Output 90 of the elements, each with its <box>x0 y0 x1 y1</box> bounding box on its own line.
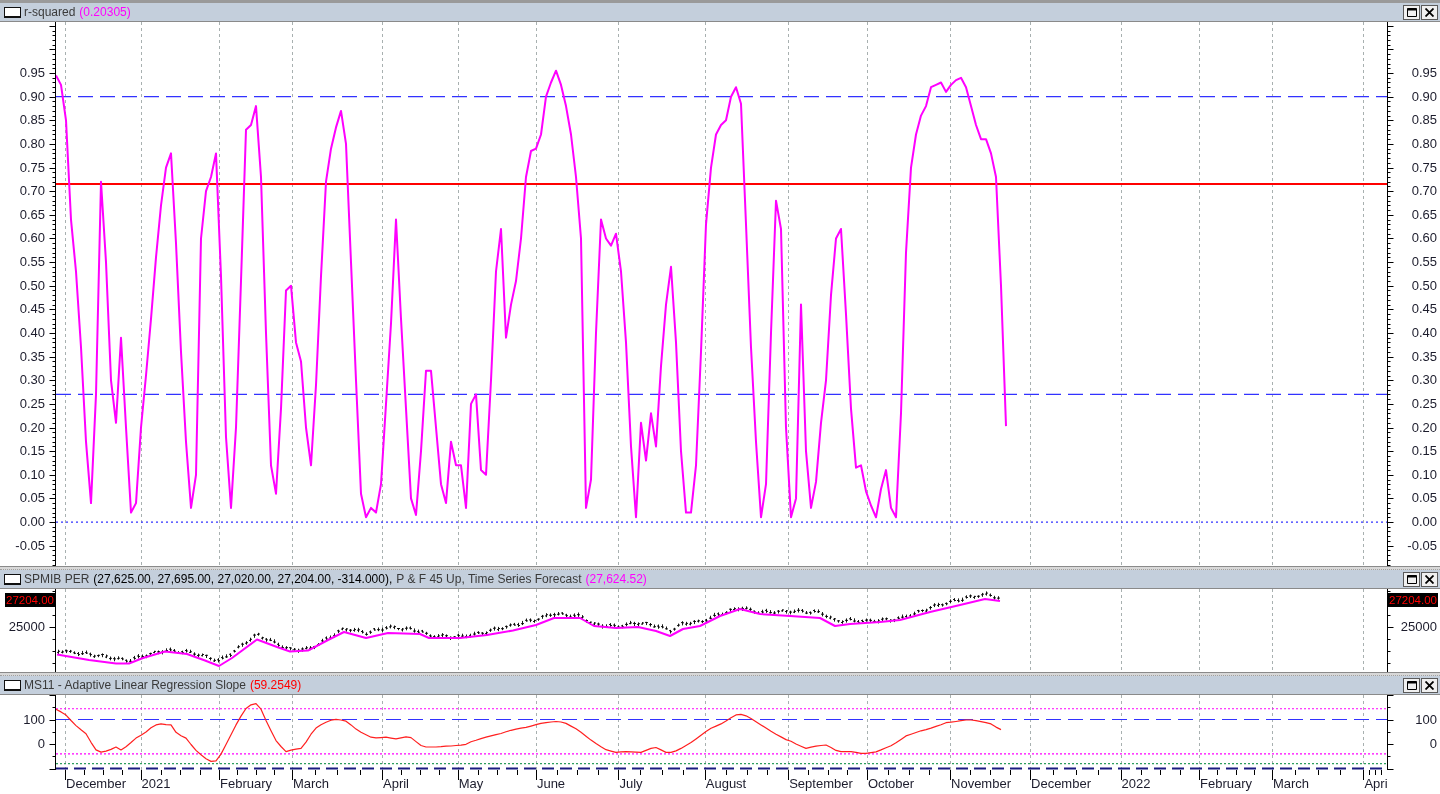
title-text: (59.2549) <box>249 677 302 693</box>
maximize-icon <box>1406 680 1417 690</box>
title-text: (0.20305) <box>79 4 131 20</box>
title-text: SPMIB PER <box>24 571 90 587</box>
price-badge: 27204.00 <box>1388 593 1438 607</box>
title-text: MS11 - Adaptive Linear Regression Slope <box>24 677 246 693</box>
maximize-button[interactable] <box>1403 571 1420 587</box>
maximize-button[interactable] <box>1403 677 1420 693</box>
maximize-icon <box>1406 7 1417 17</box>
axis-label: 0.55 <box>19 254 45 271</box>
title-text: (27,625.00, 27,695.00, 27,020.00, 27,204.00, -314.000), <box>93 571 393 587</box>
axis-label: 100 <box>23 711 45 728</box>
axis-label: 0.55 <box>1411 254 1437 271</box>
axis-label: 25000 <box>1400 619 1437 635</box>
axis-label: February <box>220 776 272 792</box>
axis-label: -0.05 <box>1407 537 1437 554</box>
maximize-icon <box>1406 574 1417 584</box>
axis-label: 0.85 <box>1411 112 1437 129</box>
close-icon <box>1425 574 1434 584</box>
window-icon <box>4 679 21 691</box>
axis-label: 0.90 <box>1411 88 1437 105</box>
axis-label: 0.90 <box>19 88 45 105</box>
axis-label: December <box>1031 776 1091 792</box>
axis-label: 0.50 <box>1411 277 1437 294</box>
axis-label: 0.70 <box>1411 183 1437 200</box>
axis-label: September <box>789 776 853 792</box>
axis-label: 2021 <box>141 776 171 792</box>
axis-label: 0.65 <box>19 206 45 223</box>
axis-label: -0.05 <box>15 537 45 554</box>
axis-label: 0.25 <box>19 395 45 412</box>
axis-label: August <box>705 776 747 792</box>
axis-label: 0.30 <box>1411 372 1437 389</box>
axis-label: July <box>619 776 643 792</box>
axis-label: 0.75 <box>1411 159 1437 176</box>
axis-label: 0.10 <box>1411 466 1437 483</box>
axis-label: 0.40 <box>1411 325 1437 341</box>
axis-label: 0 <box>1429 736 1437 752</box>
axis-label: 0.20 <box>19 419 45 436</box>
axis-label: 25000 <box>8 619 45 635</box>
axis-label: 0.95 <box>19 65 45 82</box>
axis-label: 0.70 <box>19 183 45 200</box>
axis-label: 0 <box>37 736 45 752</box>
axis-label: 0.15 <box>19 443 45 460</box>
axis-label: 0.75 <box>19 159 45 176</box>
axis-label: March <box>1272 776 1310 792</box>
window-icon <box>4 573 21 585</box>
axis-label: 0.45 <box>1411 301 1437 318</box>
axis-label: 0.30 <box>19 372 45 389</box>
axis-label: 0.45 <box>19 301 45 318</box>
axis-label: 0.80 <box>19 135 45 152</box>
axis-label: 0.35 <box>19 348 45 365</box>
axis-label: June <box>536 776 566 792</box>
axis-label: 0.65 <box>1411 206 1437 223</box>
axis-label: February <box>1200 776 1252 792</box>
title-text: (27,624.52) <box>585 571 647 587</box>
axis-label: 0.60 <box>1411 230 1437 247</box>
axis-label: 0.50 <box>19 277 45 294</box>
axis-label: 0.05 <box>19 490 45 507</box>
axis-label: 0.05 <box>1411 490 1437 507</box>
axis-label: Apri <box>1364 776 1388 792</box>
axis-label: November <box>951 776 1011 792</box>
axis-label: April <box>383 776 409 792</box>
close-icon <box>1425 7 1434 17</box>
axis-label: 2022 <box>1121 776 1151 792</box>
axis-label: 0.85 <box>19 112 45 129</box>
close-icon <box>1425 680 1434 690</box>
axis-label: 0.40 <box>19 325 45 341</box>
axis-label: 0.80 <box>1411 135 1437 152</box>
title-text: r-squared <box>24 4 76 20</box>
axis-label: December <box>66 776 126 792</box>
axis-label: 0.00 <box>1411 514 1437 531</box>
axis-label: May <box>458 776 484 792</box>
axis-label: 0.00 <box>19 514 45 531</box>
window-icon <box>4 6 21 18</box>
axis-label: 100 <box>1415 711 1437 728</box>
axis-label: 0.95 <box>1411 65 1437 82</box>
axis-label: 0.10 <box>19 466 45 483</box>
axis-label: March <box>292 776 330 792</box>
price-badge: 27204.00 <box>5 593 55 607</box>
axis-label: 0.15 <box>1411 443 1437 460</box>
axis-label: 0.25 <box>1411 395 1437 412</box>
maximize-button[interactable] <box>1403 4 1420 20</box>
close-button[interactable] <box>1421 571 1438 587</box>
title-text: P & F 45 Up, Time Series Forecast <box>396 571 582 587</box>
axis-label: 0.20 <box>1411 419 1437 436</box>
close-button[interactable] <box>1421 4 1438 20</box>
axis-label: 0.35 <box>1411 348 1437 365</box>
axis-label: October <box>867 776 915 792</box>
axis-label: 0.60 <box>19 230 45 247</box>
close-button[interactable] <box>1421 677 1438 693</box>
